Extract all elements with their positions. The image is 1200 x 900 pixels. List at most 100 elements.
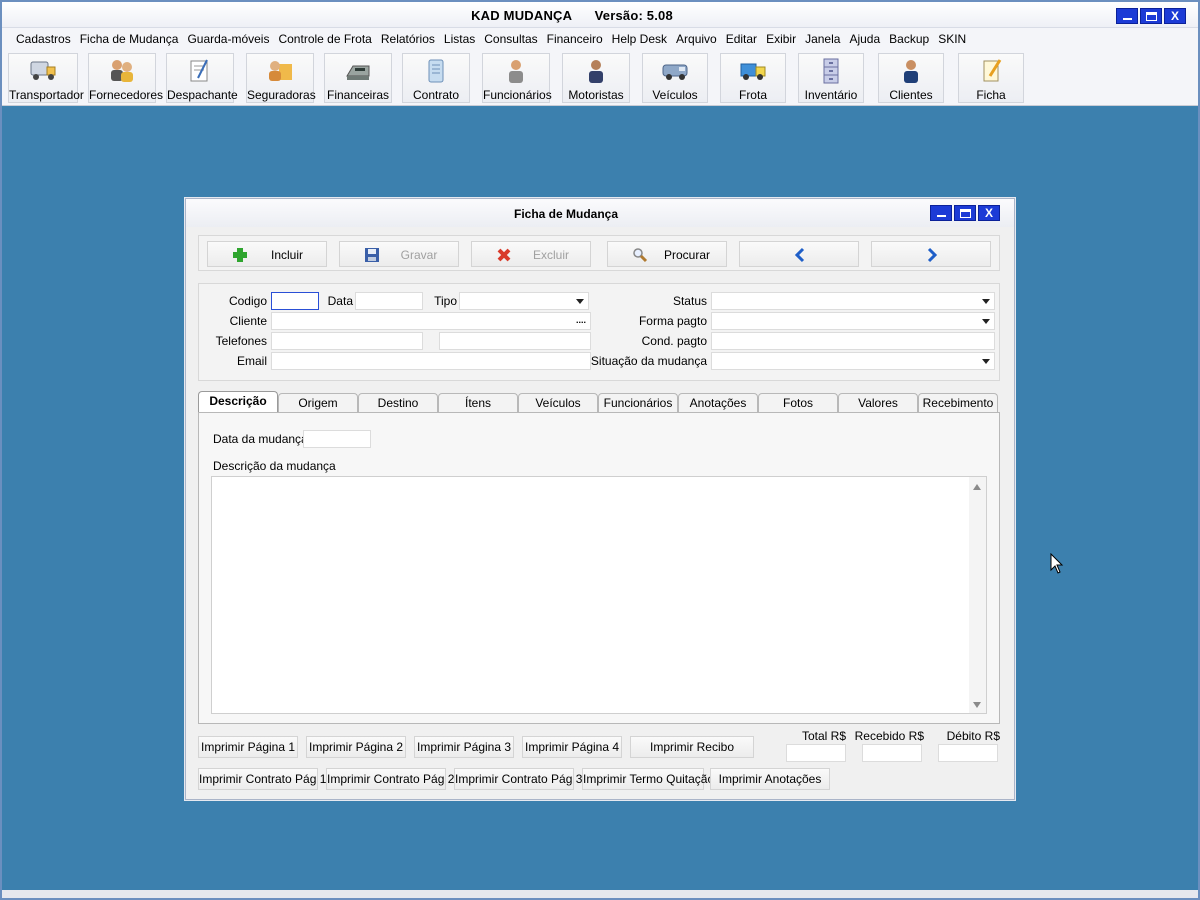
toolbar-ficha-button[interactable]: Ficha (958, 53, 1024, 103)
menu-ajuda[interactable]: Ajuda (849, 32, 880, 46)
tab-origem[interactable]: Origem (278, 393, 358, 413)
forma-pagto-select[interactable] (711, 312, 995, 330)
scroll-up-icon[interactable] (973, 483, 981, 491)
situacao-select[interactable] (711, 352, 995, 370)
action-bar: Incluir Gravar Excluir Procurar (198, 235, 1000, 271)
procurar-button[interactable]: Procurar (607, 241, 727, 267)
imprimir-contrato-pag-3-button[interactable]: Imprimir Contrato Pág 3 (454, 768, 582, 790)
imprimir-contrato-pag-1-button[interactable]: Imprimir Contrato Pág 1 (198, 768, 326, 790)
chevron-down-icon (982, 359, 990, 364)
imprimir-pagina-1-button[interactable]: Imprimir Página 1 (198, 736, 298, 758)
child-minimize-button[interactable] (930, 205, 952, 221)
tab-funcionarios[interactable]: Funcionários (598, 393, 678, 413)
menu-consultas[interactable]: Consultas (484, 32, 537, 46)
telefones-label: Telefones (215, 334, 267, 348)
excluir-button[interactable]: Excluir (471, 241, 591, 267)
imprimir-pagina-2-button[interactable]: Imprimir Página 2 (306, 736, 406, 758)
child-close-button[interactable]: X (978, 205, 1000, 221)
toolbar-despachante-button[interactable]: Despachante (166, 53, 238, 103)
toolbar-seguradoras-button[interactable]: Seguradoras (246, 53, 316, 103)
menu-listas[interactable]: Listas (444, 32, 475, 46)
toolbar-financeiras-button[interactable]: Financeiras (324, 53, 392, 103)
recebido-input[interactable] (862, 744, 922, 762)
data-mudanca-input[interactable] (303, 430, 371, 448)
menu-backup[interactable]: Backup (889, 32, 929, 46)
codigo-input[interactable] (271, 292, 319, 310)
app-close-button[interactable]: X (1164, 8, 1186, 24)
toolbar-frota-button[interactable]: Frota (720, 53, 786, 103)
imprimir-recibo-button[interactable]: Imprimir Recibo (630, 736, 754, 758)
scroll-down-icon[interactable] (973, 701, 981, 709)
total-input[interactable] (786, 744, 846, 762)
cliente-lookup-button[interactable]: .... (573, 314, 589, 328)
tab-anotacoes[interactable]: Anotações (678, 393, 758, 413)
status-select[interactable] (711, 292, 995, 310)
menu-help-desk[interactable]: Help Desk (612, 32, 667, 46)
imprimir-anotacoes-button[interactable]: Imprimir Anotações (710, 768, 830, 790)
menu-guarda-moveis[interactable]: Guarda-móveis (187, 32, 269, 46)
tab-destino[interactable]: Destino (358, 393, 438, 413)
imprimir-pagina-4-button[interactable]: Imprimir Página 4 (522, 736, 622, 758)
procurar-label: Procurar (663, 248, 710, 262)
ficha-de-mudanca-window: Ficha de Mudança X Incluir Gravar Exclui… (185, 198, 1015, 800)
insurance-people-icon (269, 61, 292, 81)
toolbar-inventario-button[interactable]: Inventário (798, 53, 864, 103)
incluir-button[interactable]: Incluir (207, 241, 327, 267)
telefone2-input[interactable] (439, 332, 591, 350)
toolbar-veiculos-button[interactable]: Veículos (642, 53, 708, 103)
imprimir-contrato-pag-2-button[interactable]: Imprimir Contrato Pág 2 (326, 768, 454, 790)
email-input[interactable] (271, 352, 591, 370)
tab-itens[interactable]: Ítens (438, 393, 518, 413)
telefone1-input[interactable] (271, 332, 423, 350)
tab-valores[interactable]: Valores (838, 393, 918, 413)
menu-bar: Cadastros Ficha de Mudança Guarda-móveis… (2, 28, 1198, 50)
toolbar-fornecedores-button[interactable]: Fornecedores (88, 53, 163, 103)
gravar-button[interactable]: Gravar (339, 241, 459, 267)
memo-scrollbar[interactable] (969, 477, 986, 713)
menu-cadastros[interactable]: Cadastros (16, 32, 71, 46)
app-maximize-button[interactable] (1140, 8, 1162, 24)
menu-relatorios[interactable]: Relatórios (381, 32, 435, 46)
menu-financeiro[interactable]: Financeiro (547, 32, 603, 46)
tab-fotos[interactable]: Fotos (758, 393, 838, 413)
menu-skin[interactable]: SKIN (938, 32, 966, 46)
toolbar-label: Despachante (167, 88, 238, 102)
toolbar-label: Transportador (9, 88, 84, 102)
descricao-mudanca-label: Descrição da mudança (213, 459, 336, 473)
child-maximize-button[interactable] (954, 205, 976, 221)
toolbar-clientes-button[interactable]: Clientes (878, 53, 944, 103)
tipo-select[interactable] (459, 292, 589, 310)
child-titlebar: Ficha de Mudança X (186, 199, 1014, 227)
app-window-controls: X (1116, 8, 1186, 24)
menu-editar[interactable]: Editar (726, 32, 757, 46)
menu-ficha-de-mudanca[interactable]: Ficha de Mudança (80, 32, 179, 46)
toolbar-funcionarios-button[interactable]: Funcionários (482, 53, 552, 103)
tab-recebimento[interactable]: Recebimento (918, 393, 998, 413)
cabinet-icon (823, 58, 839, 84)
menu-controle-de-frota[interactable]: Controle de Frota (278, 32, 371, 46)
next-record-button[interactable] (871, 241, 991, 267)
previous-record-button[interactable] (739, 241, 859, 267)
menu-janela[interactable]: Janela (805, 32, 840, 46)
toolbar-contrato-button[interactable]: Contrato (402, 53, 470, 103)
tab-descricao[interactable]: Descrição (198, 391, 278, 413)
descricao-mudanca-textarea[interactable] (211, 476, 987, 714)
cliente-input[interactable]: .... (271, 312, 591, 330)
app-minimize-button[interactable] (1116, 8, 1138, 24)
cliente-label: Cliente (229, 314, 267, 328)
toolbar-label: Funcionários (483, 88, 552, 102)
imprimir-pagina-3-button[interactable]: Imprimir Página 3 (414, 736, 514, 758)
imprimir-termo-quitacao-button[interactable]: Imprimir Termo Quitação (582, 768, 714, 790)
recebido-label: Recebido R$ (854, 729, 924, 743)
toolbar-label: Frota (738, 88, 767, 102)
debito-input[interactable] (938, 744, 998, 762)
toolbar-motoristas-button[interactable]: Motoristas (562, 53, 630, 103)
cond-pagto-input[interactable] (711, 332, 995, 350)
menu-arquivo[interactable]: Arquivo (676, 32, 717, 46)
toolbar-label: Seguradoras (247, 88, 316, 102)
maximize-icon (1146, 12, 1157, 21)
tab-veiculos[interactable]: Veículos (518, 393, 598, 413)
data-input[interactable] (355, 292, 423, 310)
menu-exibir[interactable]: Exibir (766, 32, 796, 46)
toolbar-transportador-button[interactable]: Transportador (8, 53, 84, 103)
